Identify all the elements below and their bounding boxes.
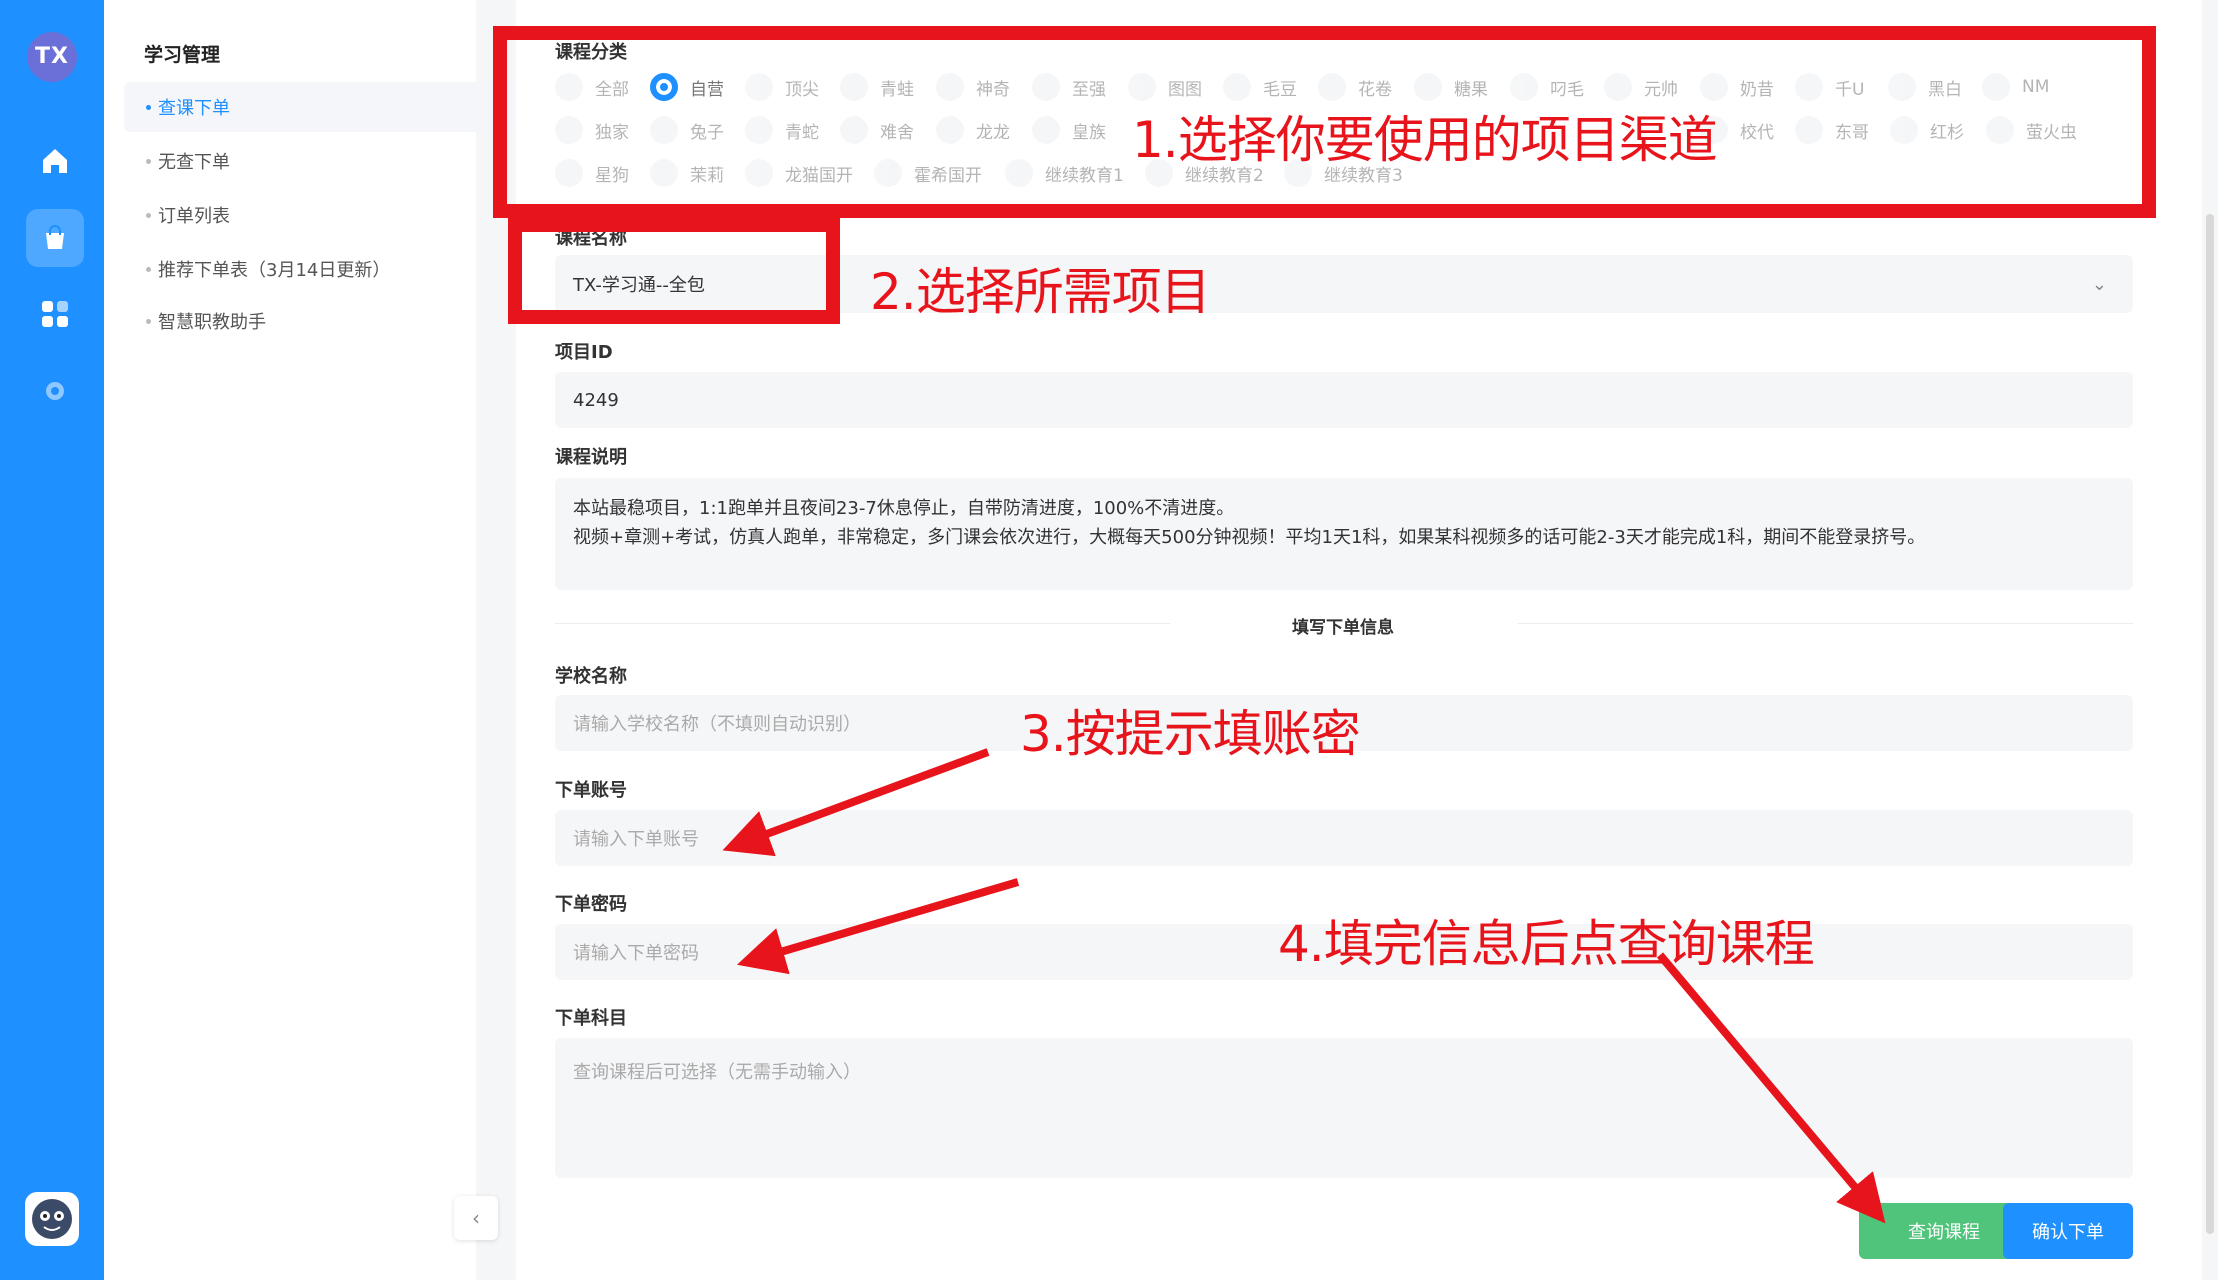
nav-item-recommended[interactable]: 推荐下单表（3月14日更新） (124, 244, 562, 294)
nav-item-label: 智慧职教助手 (158, 312, 266, 333)
app-rail: TX (0, 0, 104, 1280)
nav-item-label: 订单列表 (158, 206, 230, 227)
project-id-field[interactable]: 4249 (555, 372, 2133, 428)
chevron-left-icon: ‹ (472, 1206, 480, 1230)
description-label: 课程说明 (555, 447, 627, 468)
nav-title: 学习管理 (144, 44, 221, 66)
apps-icon[interactable] (26, 285, 84, 343)
nav-item-label: 推荐下单表（3月14日更新） (158, 260, 391, 281)
nav-item-label: 无查下单 (158, 152, 230, 173)
annotation-step4: 4.填完信息后点查询课程 (1278, 915, 1815, 973)
bullet-icon (146, 213, 151, 218)
secondary-nav: 学习管理 查课下单 无查下单 订单列表 推荐下单表（3月14日更新） 智慧职教助… (104, 0, 562, 1280)
scrollbar[interactable] (2206, 214, 2214, 1234)
chevron-down-icon: ⌄ (2091, 273, 2107, 295)
bullet-icon (146, 159, 151, 164)
annotation-step2: 2.选择所需项目 (870, 263, 1211, 321)
nav-item-label: 查课下单 (158, 98, 230, 119)
gear-icon[interactable] (26, 362, 84, 420)
bag-icon[interactable] (26, 209, 84, 267)
app-logo: TX (27, 32, 77, 82)
divider-left (555, 623, 1170, 624)
school-label: 学校名称 (555, 666, 627, 687)
nav-item-assistant[interactable]: 智慧职教助手 (124, 296, 562, 346)
password-label: 下单密码 (555, 894, 627, 915)
description-textarea[interactable] (555, 478, 2133, 590)
divider-right (1518, 623, 2133, 624)
bullet-icon (146, 105, 151, 110)
subject-label: 下单科目 (555, 1008, 627, 1029)
account-label: 下单账号 (555, 780, 627, 801)
user-avatar[interactable] (25, 1192, 79, 1246)
annotation-step1: 1.选择你要使用的项目渠道 (1132, 111, 1718, 169)
bullet-icon (146, 267, 151, 272)
confirm-order-button[interactable]: 确认下单 (2003, 1203, 2133, 1259)
home-icon[interactable] (26, 132, 84, 190)
annotation-step3: 3.按提示填账密 (1020, 705, 1361, 763)
collapse-sidebar-button[interactable]: ‹ (454, 1196, 498, 1240)
account-input[interactable]: 请输入下单账号 (555, 810, 2133, 866)
subject-textarea[interactable]: 查询课程后可选择（无需手动输入） (555, 1038, 2133, 1178)
project-id-label: 项目ID (555, 342, 613, 363)
section-title: 填写下单信息 (1292, 618, 1394, 638)
annotation-box-course-name (508, 218, 840, 324)
bullet-icon (146, 319, 151, 324)
